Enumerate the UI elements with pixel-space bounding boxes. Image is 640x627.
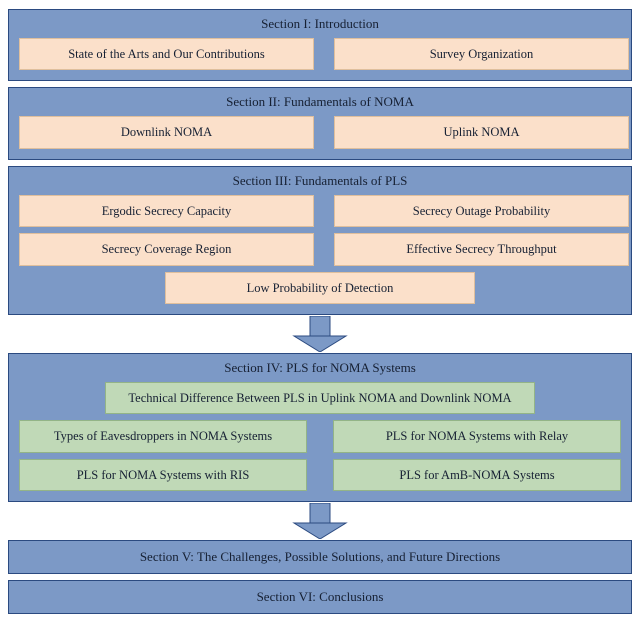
arrow-down-icon	[8, 316, 632, 352]
section-4-row-top: Technical Difference Between PLS in Upli…	[19, 382, 621, 414]
section-4-title: Section IV: PLS for NOMA Systems	[19, 360, 621, 376]
section-1-title: Section I: Introduction	[19, 16, 621, 32]
chip-downlink-noma: Downlink NOMA	[19, 116, 314, 148]
chip-pls-amb-noma: PLS for AmB-NOMA Systems	[333, 459, 621, 491]
section-3-row-3: Low Probability of Detection	[19, 272, 621, 304]
section-3-row-1: Ergodic Secrecy Capacity Secrecy Outage …	[19, 195, 621, 227]
chip-types-of-eavesdroppers: Types of Eavesdroppers in NOMA Systems	[19, 420, 307, 452]
section-2-panel: Section II: Fundamentals of NOMA Downlin…	[8, 87, 632, 159]
chip-pls-noma-ris: PLS for NOMA Systems with RIS	[19, 459, 307, 491]
chip-effective-secrecy-throughput: Effective Secrecy Throughput	[334, 233, 629, 265]
arrow-down-icon	[8, 503, 632, 539]
chip-ergodic-secrecy-capacity: Ergodic Secrecy Capacity	[19, 195, 314, 227]
section-4-panel: Section IV: PLS for NOMA Systems Technic…	[8, 353, 632, 502]
diagram-root: Section I: Introduction State of the Art…	[6, 6, 634, 617]
section-5-bar: Section V: The Challenges, Possible Solu…	[8, 540, 632, 574]
chip-state-of-the-arts: State of the Arts and Our Contributions	[19, 38, 314, 70]
section-1-row: State of the Arts and Our Contributions …	[19, 38, 621, 70]
chip-pls-noma-relay: PLS for NOMA Systems with Relay	[333, 420, 621, 452]
chip-uplink-noma: Uplink NOMA	[334, 116, 629, 148]
section-6-bar: Section VI: Conclusions	[8, 580, 632, 614]
section-4-row-2: PLS for NOMA Systems with RIS PLS for Am…	[19, 459, 621, 491]
section-3-panel: Section III: Fundamentals of PLS Ergodic…	[8, 166, 632, 315]
section-2-row: Downlink NOMA Uplink NOMA	[19, 116, 621, 148]
section-3-row-2: Secrecy Coverage Region Effective Secrec…	[19, 233, 621, 265]
section-2-title: Section II: Fundamentals of NOMA	[19, 94, 621, 110]
chip-survey-organization: Survey Organization	[334, 38, 629, 70]
section-4-row-1: Types of Eavesdroppers in NOMA Systems P…	[19, 420, 621, 452]
chip-low-probability-of-detection: Low Probability of Detection	[165, 272, 475, 304]
chip-secrecy-coverage-region: Secrecy Coverage Region	[19, 233, 314, 265]
section-1-panel: Section I: Introduction State of the Art…	[8, 9, 632, 81]
chip-technical-difference: Technical Difference Between PLS in Upli…	[105, 382, 535, 414]
chip-secrecy-outage-probability: Secrecy Outage Probability	[334, 195, 629, 227]
section-3-title: Section III: Fundamentals of PLS	[19, 173, 621, 189]
